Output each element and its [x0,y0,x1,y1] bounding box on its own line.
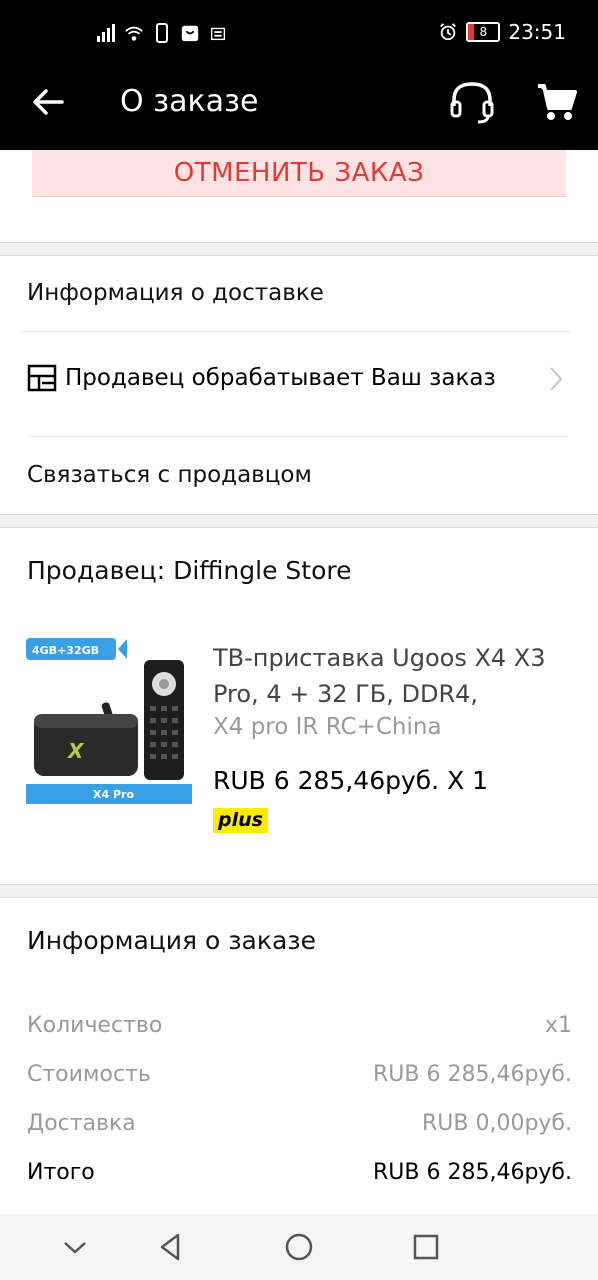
signal-icon [97,24,115,42]
product-title[interactable]: ТВ-приставка Ugoos X4 X3 Pro, 4 + 32 ГБ,… [213,640,573,712]
product-image[interactable]: 4GB+32GB X X4 Pro [26,636,192,806]
svg-text:X: X [66,739,85,763]
total-label: Итого [27,1160,95,1185]
notification-bag-icon [181,25,199,42]
product-variant: X4 pro IR RC+China [213,714,442,740]
status-icons-right: 8 23:51 [438,20,566,44]
support-headset-icon[interactable] [448,80,496,124]
battery-icon: 8 [466,22,501,42]
app-notification-icon [210,27,226,41]
section-divider [0,514,598,528]
nav-recents-icon[interactable] [409,1230,443,1264]
cart-icon[interactable] [536,82,578,122]
page-title: О заказе [120,84,259,119]
cancel-order-container: ОТМЕНИТЬ ЗАКАЗ [32,150,566,197]
shipping-value: RUB 0,00руб. [421,1111,572,1136]
delivery-info-title: Информация о доставке [27,280,324,306]
wifi-icon [125,26,143,41]
back-arrow-icon[interactable] [28,82,68,122]
status-time: 23:51 [508,20,566,44]
status-icons-left [96,22,228,44]
image-badge-text: 4GB+32GB [32,644,99,657]
order-status-row[interactable]: Продавец обрабатывает Ваш заказ [27,356,572,400]
section-divider [0,242,598,256]
quantity-label: Количество [27,1013,163,1038]
system-nav-bar [0,1214,598,1280]
chevron-right-icon [550,367,563,391]
nav-back-icon[interactable] [154,1230,188,1264]
cancel-order-button[interactable]: ОТМЕНИТЬ ЗАКАЗ [32,150,566,196]
product-item[interactable]: 4GB+32GB X X4 Pro ТВ-приставка Ugoos X4 … [26,636,574,836]
cost-label: Стоимость [27,1062,151,1087]
image-caption-text: X4 Pro [93,788,134,801]
tv-box-image: 4GB+32GB X X4 Pro [26,638,192,804]
document-icon [27,364,57,392]
battery-level: 8 [479,25,488,39]
nav-hide-chevron-icon[interactable] [58,1230,92,1264]
quantity-value: x1 [544,1013,572,1038]
order-info-title: Информация о заказе [27,926,316,955]
total-value: RUB 6 285,46руб. [373,1160,572,1185]
row-separator [20,331,570,332]
phone-icon [156,23,168,43]
app-header: 8 23:51 О заказе [0,0,598,150]
row-separator [28,436,568,437]
shipping-label: Доставка [27,1111,136,1136]
cost-value: RUB 6 285,46руб. [373,1062,572,1087]
plus-badge: plus [213,808,268,833]
nav-home-icon[interactable] [282,1230,316,1264]
alarm-icon [440,23,457,41]
section-divider [0,884,598,898]
order-status-text: Продавец обрабатывает Ваш заказ [65,365,496,391]
contact-seller-link[interactable]: Связаться с продавцом [27,462,312,488]
product-price: RUB 6 285,46руб. X 1 [213,766,489,795]
seller-name[interactable]: Продавец: Diffingle Store [27,556,352,585]
